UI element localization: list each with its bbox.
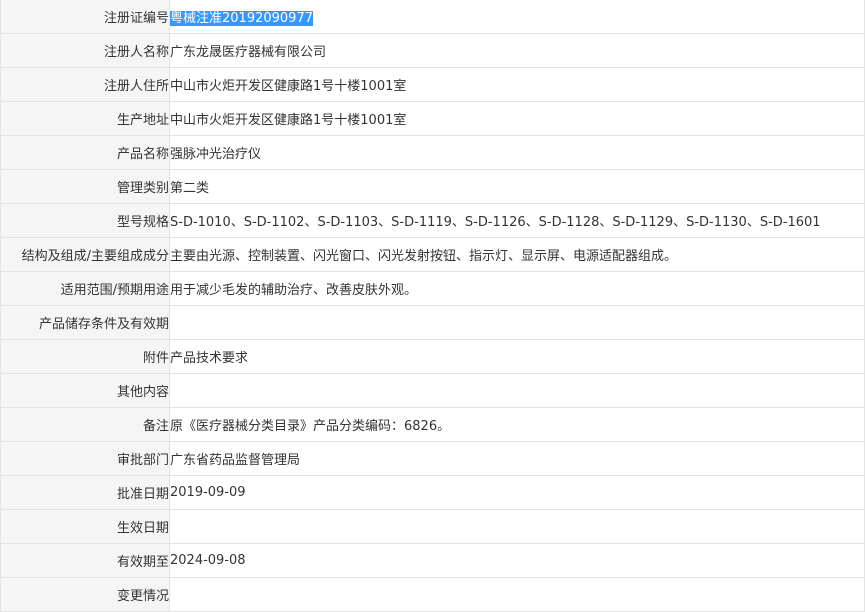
row-value: 产品技术要求: [169, 339, 865, 374]
row-label: 型号规格: [0, 203, 170, 238]
row-label: 产品名称: [0, 135, 170, 170]
row-value: 强脉冲光治疗仪: [169, 135, 865, 170]
row-value: [169, 373, 865, 408]
row-value: 2019-09-09: [169, 475, 865, 510]
table-row: 产品储存条件及有效期: [0, 305, 865, 340]
row-value: 广东省药品监督管理局: [169, 441, 865, 476]
row-label: 管理类别: [0, 169, 170, 204]
row-label: 附件: [0, 339, 170, 374]
table-row: 产品名称 强脉冲光治疗仪: [0, 135, 865, 170]
row-value: 中山市火炬开发区健康路1号十楼1001室: [169, 67, 865, 102]
row-label: 审批部门: [0, 441, 170, 476]
row-value: 第二类: [169, 169, 865, 204]
row-label: 生产地址: [0, 101, 170, 136]
registration-detail-table: 注册证编号 粤械注准20192090977 注册人名称 广东龙晟医疗器械有限公司…: [0, 0, 865, 612]
table-row: 审批部门 广东省药品监督管理局: [0, 441, 865, 476]
row-label: 结构及组成/主要组成成分: [0, 237, 170, 272]
table-row: 注册人住所 中山市火炬开发区健康路1号十楼1001室: [0, 67, 865, 102]
row-value: 中山市火炬开发区健康路1号十楼1001室: [169, 101, 865, 136]
row-label: 适用范围/预期用途: [0, 271, 170, 306]
row-label: 注册人住所: [0, 67, 170, 102]
row-value: 广东龙晟医疗器械有限公司: [169, 33, 865, 68]
table-row: 其他内容: [0, 373, 865, 408]
table-row: 结构及组成/主要组成成分 主要由光源、控制装置、闪光窗口、闪光发射按钮、指示灯、…: [0, 237, 865, 272]
row-value: 2024-09-08: [169, 543, 865, 578]
table-row: 附件 产品技术要求: [0, 339, 865, 374]
row-label: 变更情况: [0, 577, 170, 612]
table-row: 适用范围/预期用途 用于减少毛发的辅助治疗、改善皮肤外观。: [0, 271, 865, 306]
table-row: 有效期至 2024-09-08: [0, 543, 865, 578]
row-label: 生效日期: [0, 509, 170, 544]
row-label: 注册人名称: [0, 33, 170, 68]
table-row: 管理类别 第二类: [0, 169, 865, 204]
row-label: 产品储存条件及有效期: [0, 305, 170, 340]
row-value: S-D-1010、S-D-1102、S-D-1103、S-D-1119、S-D-…: [169, 203, 865, 238]
row-label: 有效期至: [0, 543, 170, 578]
table-row: 型号规格 S-D-1010、S-D-1102、S-D-1103、S-D-1119…: [0, 203, 865, 238]
row-label: 批准日期: [0, 475, 170, 510]
row-value: 主要由光源、控制装置、闪光窗口、闪光发射按钮、指示灯、显示屏、电源适配器组成。: [169, 237, 865, 272]
table-row: 注册人名称 广东龙晟医疗器械有限公司: [0, 33, 865, 68]
row-value: [169, 509, 865, 544]
row-value[interactable]: 粤械注准20192090977: [169, 0, 865, 34]
row-label: 备注: [0, 407, 170, 442]
table-row: 生产地址 中山市火炬开发区健康路1号十楼1001室: [0, 101, 865, 136]
table-row: 变更情况: [0, 577, 865, 612]
table-row: 批准日期 2019-09-09: [0, 475, 865, 510]
table-row: 生效日期: [0, 509, 865, 544]
row-value: [169, 305, 865, 340]
row-value: 用于减少毛发的辅助治疗、改善皮肤外观。: [169, 271, 865, 306]
table-row: 注册证编号 粤械注准20192090977: [0, 0, 865, 34]
table-row: 备注 原《医疗器械分类目录》产品分类编码：6826。: [0, 407, 865, 442]
row-value: [169, 577, 865, 612]
row-label: 注册证编号: [0, 0, 170, 34]
row-label: 其他内容: [0, 373, 170, 408]
selected-text[interactable]: 粤械注准20192090977: [170, 11, 313, 26]
row-value: 原《医疗器械分类目录》产品分类编码：6826。: [169, 407, 865, 442]
